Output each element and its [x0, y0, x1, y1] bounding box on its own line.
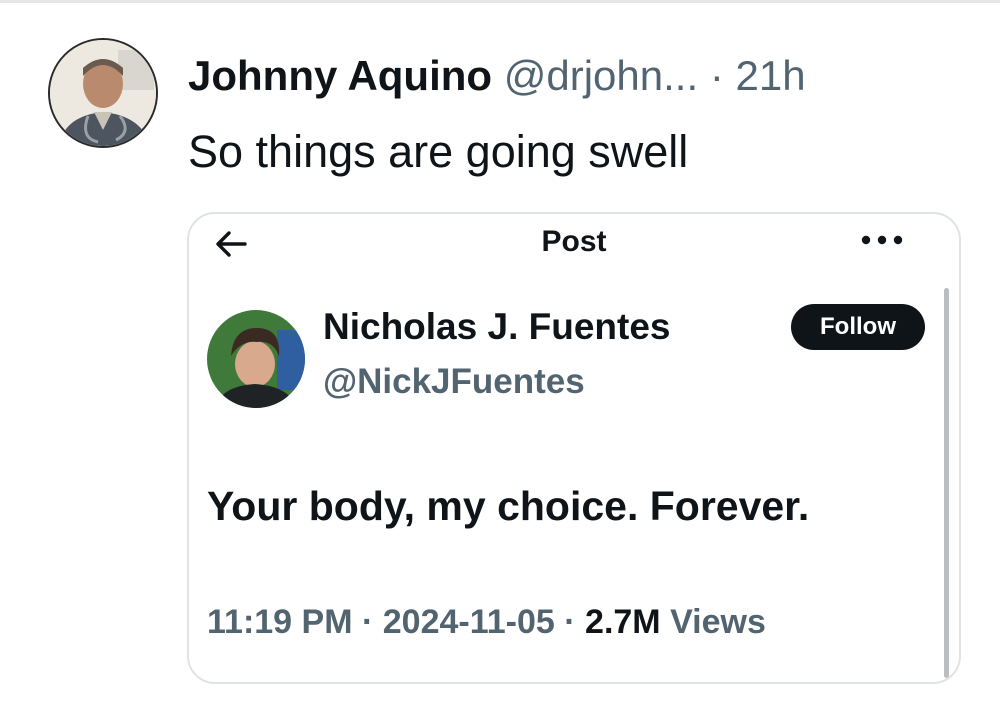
views-count: 2.7M: [585, 603, 661, 641]
embed-author-handle[interactable]: @NickJFuentes: [323, 360, 585, 404]
embed-tweet-time[interactable]: 11:19 PM: [207, 603, 353, 641]
embed-author-avatar[interactable]: [207, 310, 305, 408]
embed-tweet-date[interactable]: 2024-11-05: [383, 603, 555, 641]
tweet-header: Johnny Aquino @drjohn... · 21h: [188, 50, 806, 102]
embed-tweet-text: Your body, my choice. Forever.: [207, 483, 810, 529]
embed-tweet-meta: 11:19 PM · 2024-11-05 · 2.7M Views: [207, 600, 766, 644]
meta-separator: ·: [564, 603, 576, 641]
author-avatar-image: [50, 40, 156, 146]
follow-button[interactable]: Follow: [791, 304, 925, 350]
embedded-screenshot[interactable]: Post Nicholas J. Fuentes @NickJFuentes F…: [187, 212, 961, 684]
header-separator: ·: [709, 52, 724, 99]
embed-page-title: Post: [541, 225, 607, 258]
embed-author-name[interactable]: Nicholas J. Fuentes: [323, 304, 671, 350]
author-avatar[interactable]: [48, 38, 158, 148]
embed-topbar: Post: [189, 214, 959, 270]
meta-separator: ·: [361, 603, 374, 641]
post-time[interactable]: 21h: [736, 52, 806, 99]
author-handle[interactable]: @drjohn...: [504, 52, 698, 99]
more-options-icon[interactable]: [859, 232, 905, 248]
top-divider: [0, 0, 1000, 3]
author-name[interactable]: Johnny Aquino: [188, 52, 492, 99]
views-label: Views: [670, 603, 766, 641]
tweet[interactable]: Johnny Aquino @drjohn... · 21h So things…: [0, 0, 1000, 711]
scrollbar[interactable]: [944, 288, 949, 678]
tweet-text: So things are going swell: [188, 126, 689, 177]
embed-author-avatar-image: [207, 310, 305, 408]
